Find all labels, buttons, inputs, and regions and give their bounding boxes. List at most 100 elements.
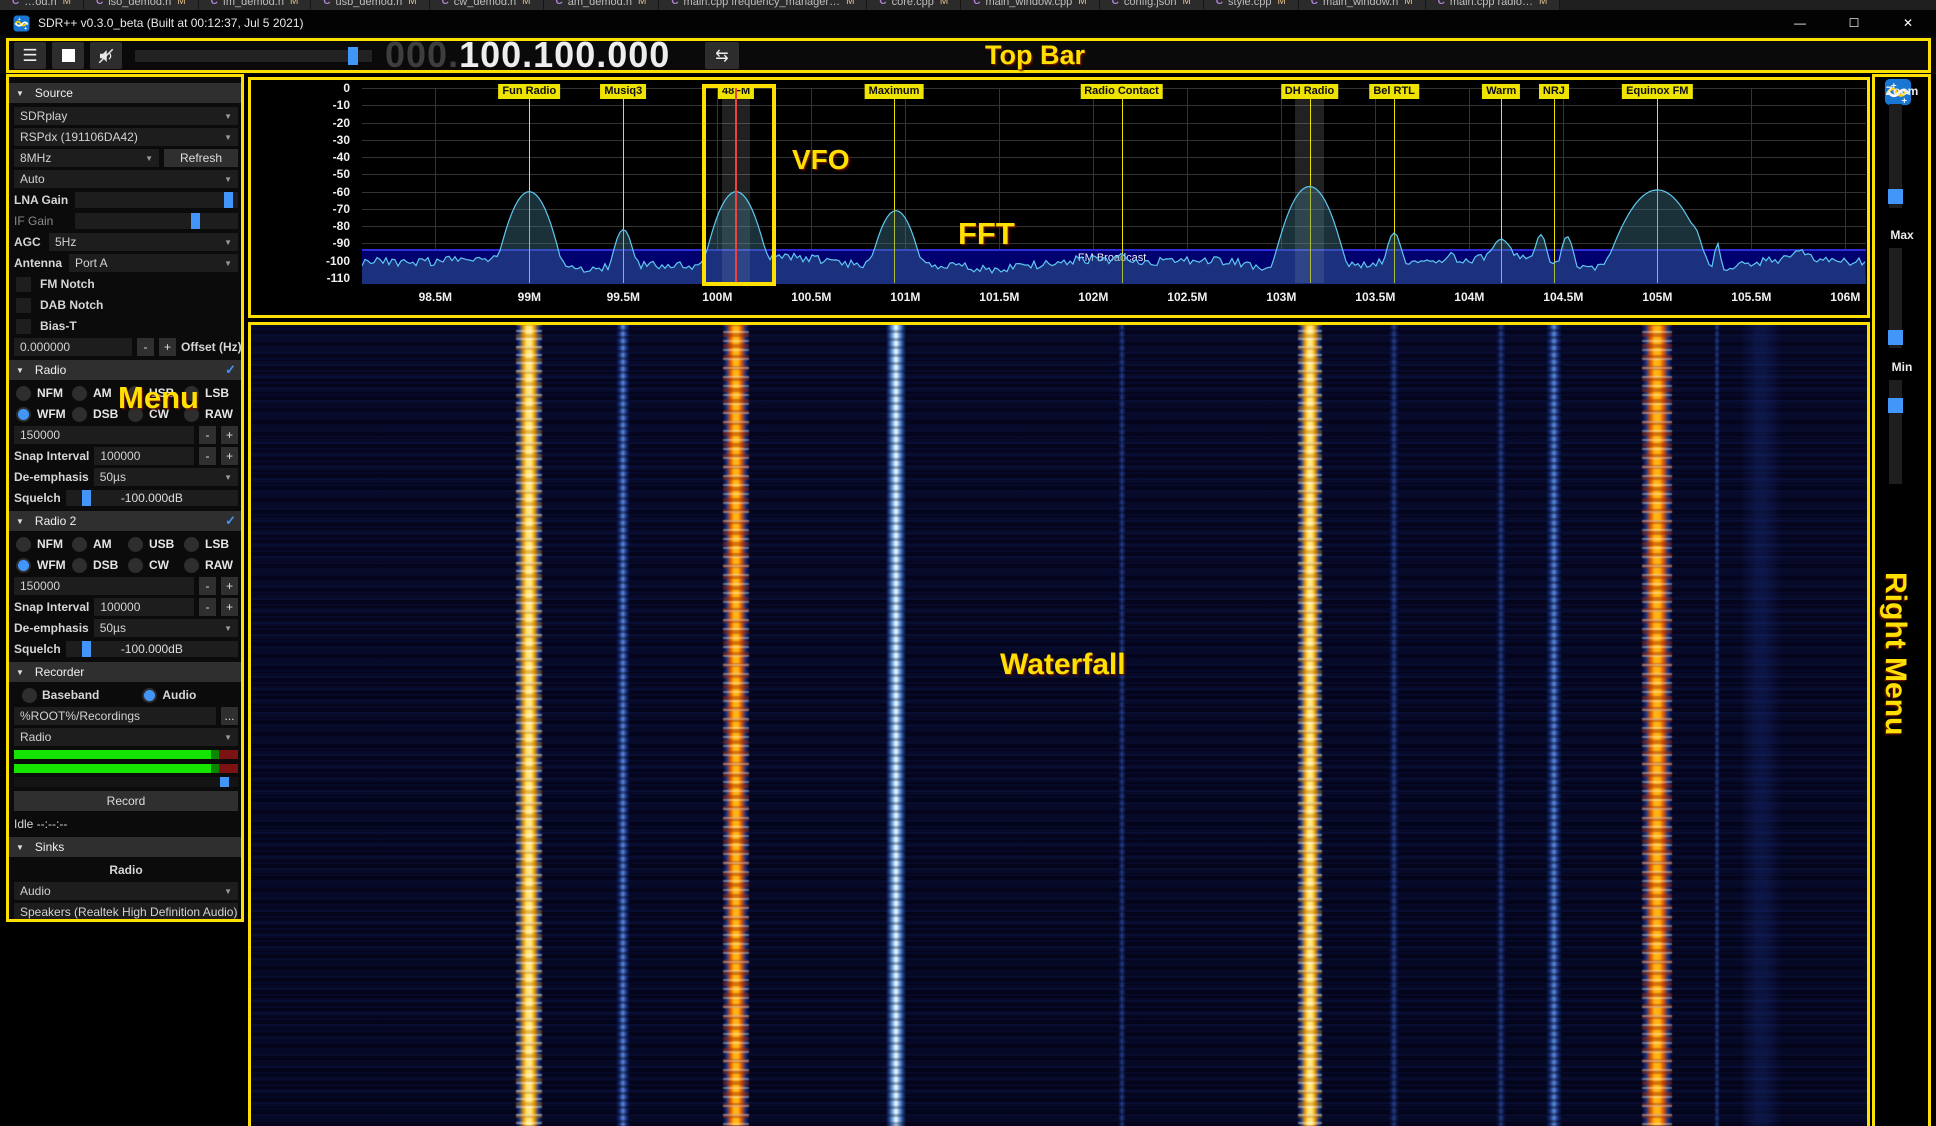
radio-section-header[interactable]: ▼ Radio ✓: [8, 360, 244, 380]
audio-device-dropdown[interactable]: Speakers (Realtek High Definition Audio)…: [14, 903, 238, 921]
editor-tab[interactable]: Cconfig.jsonM: [1100, 0, 1204, 10]
mode-option-raw[interactable]: RAW: [182, 556, 238, 574]
editor-tab[interactable]: Cmain_window.hM: [1299, 0, 1426, 10]
volume-slider-handle[interactable]: [348, 47, 358, 65]
mode-option-am[interactable]: AM: [70, 384, 126, 402]
radio2-bw-minus-button[interactable]: -: [199, 577, 216, 595]
offset-plus-button[interactable]: +: [159, 338, 176, 356]
mode-radio-button[interactable]: [72, 407, 87, 422]
radio2-section-header[interactable]: ▼ Radio 2 ✓: [8, 511, 244, 531]
refresh-button[interactable]: Refresh: [164, 149, 238, 167]
sink-type-dropdown[interactable]: Audio▼: [14, 882, 238, 900]
editor-tab[interactable]: Cmain_window.cppM: [961, 0, 1099, 10]
tuning-mode-button[interactable]: ⇆: [705, 42, 739, 69]
mode-option-am[interactable]: AM: [70, 535, 126, 553]
fft-plot-area[interactable]: FM BroadcastFun RadioMusiq348FMMaximumRa…: [362, 88, 1866, 284]
radio2-enabled-checkmark-icon[interactable]: ✓: [225, 513, 236, 529]
bandwidth-dropdown[interactable]: 8MHz▼: [14, 149, 159, 167]
lna-gain-slider[interactable]: [75, 192, 238, 208]
mode-option-cw[interactable]: CW: [126, 556, 182, 574]
if-gain-handle[interactable]: [191, 213, 200, 229]
bookmark-label-nrj[interactable]: NRJ: [1539, 84, 1569, 99]
stop-button[interactable]: [52, 42, 84, 69]
snap-minus-button[interactable]: -: [199, 447, 216, 465]
mode-radio-button[interactable]: [72, 558, 87, 573]
mode-radio-button[interactable]: [184, 386, 199, 401]
mode-option-nfm[interactable]: NFM: [14, 535, 70, 553]
editor-tab[interactable]: C…od.hM: [0, 0, 84, 10]
radio2-deemphasis-dropdown[interactable]: 50µs▼: [94, 619, 238, 637]
bookmark-label-bel-rtl[interactable]: Bel RTL: [1369, 84, 1419, 99]
mode-radio-button[interactable]: [16, 386, 31, 401]
baseband-radio-button[interactable]: [22, 688, 37, 703]
editor-tab[interactable]: Ciso_demod.hM: [84, 0, 199, 10]
audio-radio-button[interactable]: [142, 688, 157, 703]
editor-tab[interactable]: Cmain.cpp frequency_manager…M: [659, 0, 867, 10]
radio-enabled-checkmark-icon[interactable]: ✓: [225, 362, 236, 378]
antenna-dropdown[interactable]: Port A▼: [69, 254, 238, 272]
mode-radio-button[interactable]: [184, 537, 199, 552]
offset-input[interactable]: 0.000000: [14, 338, 132, 356]
mode-option-dsb[interactable]: DSB: [70, 556, 126, 574]
lna-gain-handle[interactable]: [224, 192, 233, 208]
editor-tab[interactable]: Cstyle.cppM: [1204, 0, 1299, 10]
mode-option-usb[interactable]: USB: [126, 384, 182, 402]
source-type-dropdown[interactable]: SDRplay▼: [14, 107, 238, 125]
agc-rate-dropdown[interactable]: 5Hz▼: [49, 233, 238, 251]
close-button[interactable]: ✕: [1885, 10, 1931, 36]
frequency-dim-digits[interactable]: 000.: [385, 34, 459, 76]
volume-slider[interactable]: [135, 50, 372, 62]
bookmark-label-warm[interactable]: Warm: [1482, 84, 1520, 99]
radio2-snap-plus-button[interactable]: +: [221, 598, 238, 616]
source-section-header[interactable]: ▼ Source: [8, 83, 244, 103]
dab-notch-checkbox[interactable]: [16, 298, 31, 313]
offset-minus-button[interactable]: -: [137, 338, 154, 356]
waterfall-display[interactable]: [250, 322, 1868, 1126]
bookmark-label-fun-radio[interactable]: Fun Radio: [498, 84, 560, 99]
recordings-path-input[interactable]: %ROOT%/Recordings: [14, 707, 216, 725]
mode-radio-button[interactable]: [128, 407, 143, 422]
mode-radio-button[interactable]: [16, 407, 31, 422]
menu-hamburger-button[interactable]: ☰: [14, 42, 46, 69]
snap-plus-button[interactable]: +: [221, 447, 238, 465]
sinks-section-header[interactable]: ▼ Sinks: [8, 837, 244, 857]
editor-tab[interactable]: Cusb_demod.hM: [311, 0, 429, 10]
editor-tab[interactable]: Ccore.cppM: [867, 0, 961, 10]
mode-radio-button[interactable]: [72, 537, 87, 552]
mode-option-dsb[interactable]: DSB: [70, 405, 126, 423]
mode-radio-button[interactable]: [184, 558, 199, 573]
recorder-volume-slider[interactable]: [14, 777, 238, 787]
bookmark-label-dh-radio[interactable]: DH Radio: [1281, 84, 1339, 99]
mode-option-usb[interactable]: USB: [126, 535, 182, 553]
recorder-stream-dropdown[interactable]: Radio▼: [14, 728, 238, 746]
mode-option-cw[interactable]: CW: [126, 405, 182, 423]
bookmark-label-radio-contact[interactable]: Radio Contact: [1080, 84, 1163, 99]
snap-interval-input[interactable]: 100000: [94, 447, 194, 465]
radio-bw-minus-button[interactable]: -: [199, 426, 216, 444]
radio2-snap-input[interactable]: 100000: [94, 598, 194, 616]
mode-option-lsb[interactable]: LSB: [182, 384, 238, 402]
radio-bw-plus-button[interactable]: +: [221, 426, 238, 444]
agc-mode-dropdown[interactable]: Auto▼: [14, 170, 238, 188]
mode-radio-button[interactable]: [128, 537, 143, 552]
radio2-bw-plus-button[interactable]: +: [221, 577, 238, 595]
mode-radio-button[interactable]: [16, 558, 31, 573]
vfo-center-line[interactable]: [735, 84, 737, 283]
zoom-slider-handle[interactable]: [1888, 189, 1903, 204]
mute-button[interactable]: [90, 42, 122, 69]
deemphasis-dropdown[interactable]: 50µs▼: [94, 468, 238, 486]
record-button[interactable]: Record: [14, 791, 238, 811]
mode-radio-button[interactable]: [72, 386, 87, 401]
radio2-squelch-slider[interactable]: -100.000dB: [66, 641, 238, 657]
squelch-slider[interactable]: -100.000dB: [66, 490, 238, 506]
mode-option-nfm[interactable]: NFM: [14, 384, 70, 402]
bias-t-checkbox[interactable]: [16, 319, 31, 334]
frequency-display[interactable]: 000.100.100.000: [385, 36, 670, 74]
recorder-volume-handle[interactable]: [220, 777, 229, 787]
mode-radio-button[interactable]: [128, 558, 143, 573]
editor-tab[interactable]: Cam_demod.hM: [544, 0, 660, 10]
mode-option-raw[interactable]: RAW: [182, 405, 238, 423]
minimize-button[interactable]: —: [1777, 10, 1823, 36]
mode-option-lsb[interactable]: LSB: [182, 535, 238, 553]
editor-tab[interactable]: Cfm_demod.hM: [199, 0, 312, 10]
